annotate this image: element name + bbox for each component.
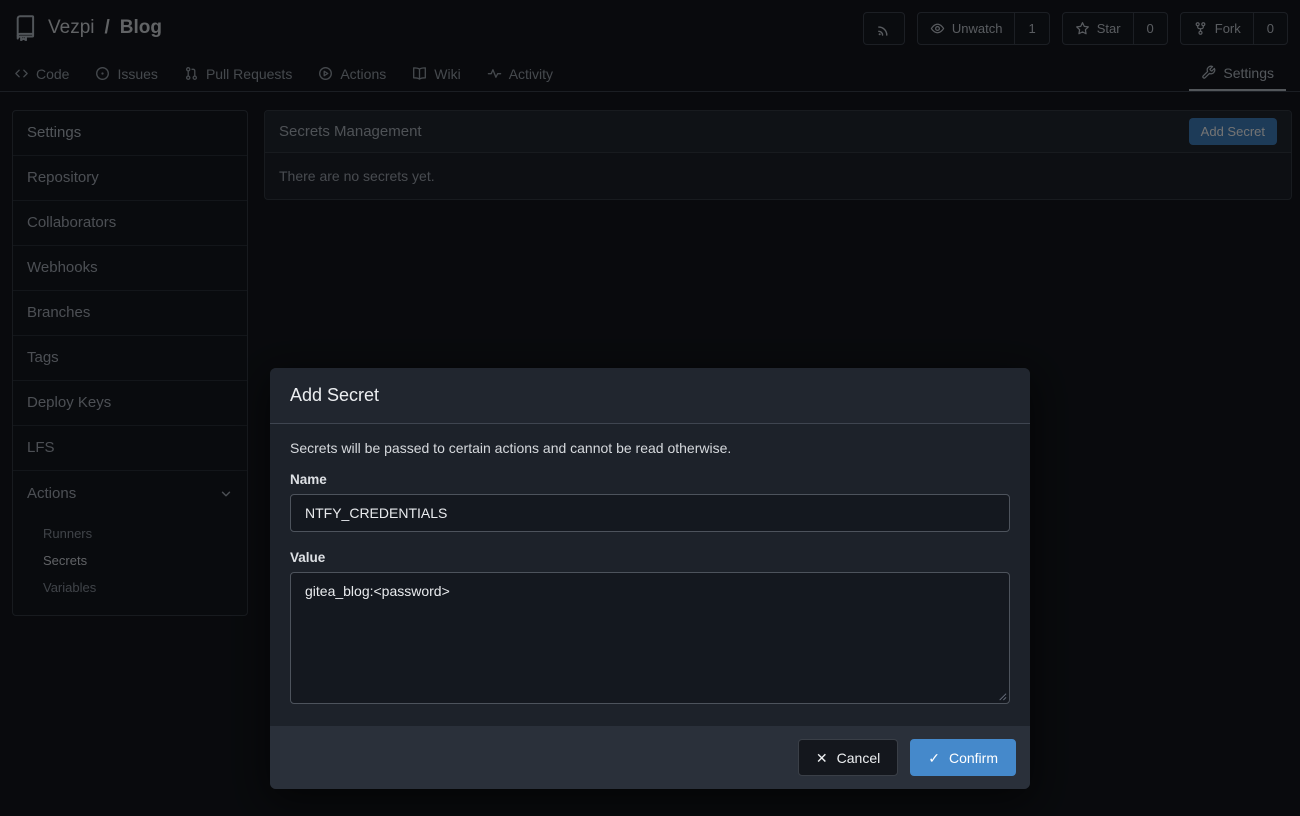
resize-handle[interactable] (996, 690, 1007, 701)
check-icon: ✓ (928, 751, 940, 765)
secret-value-textarea[interactable]: gitea_blog:<password> (290, 572, 1010, 704)
name-field-group: Name (290, 472, 1010, 532)
secret-name-input[interactable] (290, 494, 1010, 532)
cancel-button[interactable]: ✕ Cancel (798, 739, 898, 776)
modal-body: Secrets will be passed to certain action… (270, 424, 1030, 726)
value-field-group: Value gitea_blog:<password> (290, 550, 1010, 704)
modal-description: Secrets will be passed to certain action… (290, 440, 1010, 456)
value-field-label: Value (290, 550, 1010, 565)
name-field-label: Name (290, 472, 1010, 487)
confirm-button-label: Confirm (949, 750, 998, 766)
modal-header: Add Secret (270, 368, 1030, 424)
confirm-button[interactable]: ✓ Confirm (910, 739, 1016, 776)
modal-title: Add Secret (290, 385, 379, 406)
close-icon: ✕ (816, 751, 828, 765)
modal-footer: ✕ Cancel ✓ Confirm (270, 726, 1030, 789)
add-secret-modal: Add Secret Secrets will be passed to cer… (270, 368, 1030, 789)
cancel-button-label: Cancel (837, 750, 881, 766)
